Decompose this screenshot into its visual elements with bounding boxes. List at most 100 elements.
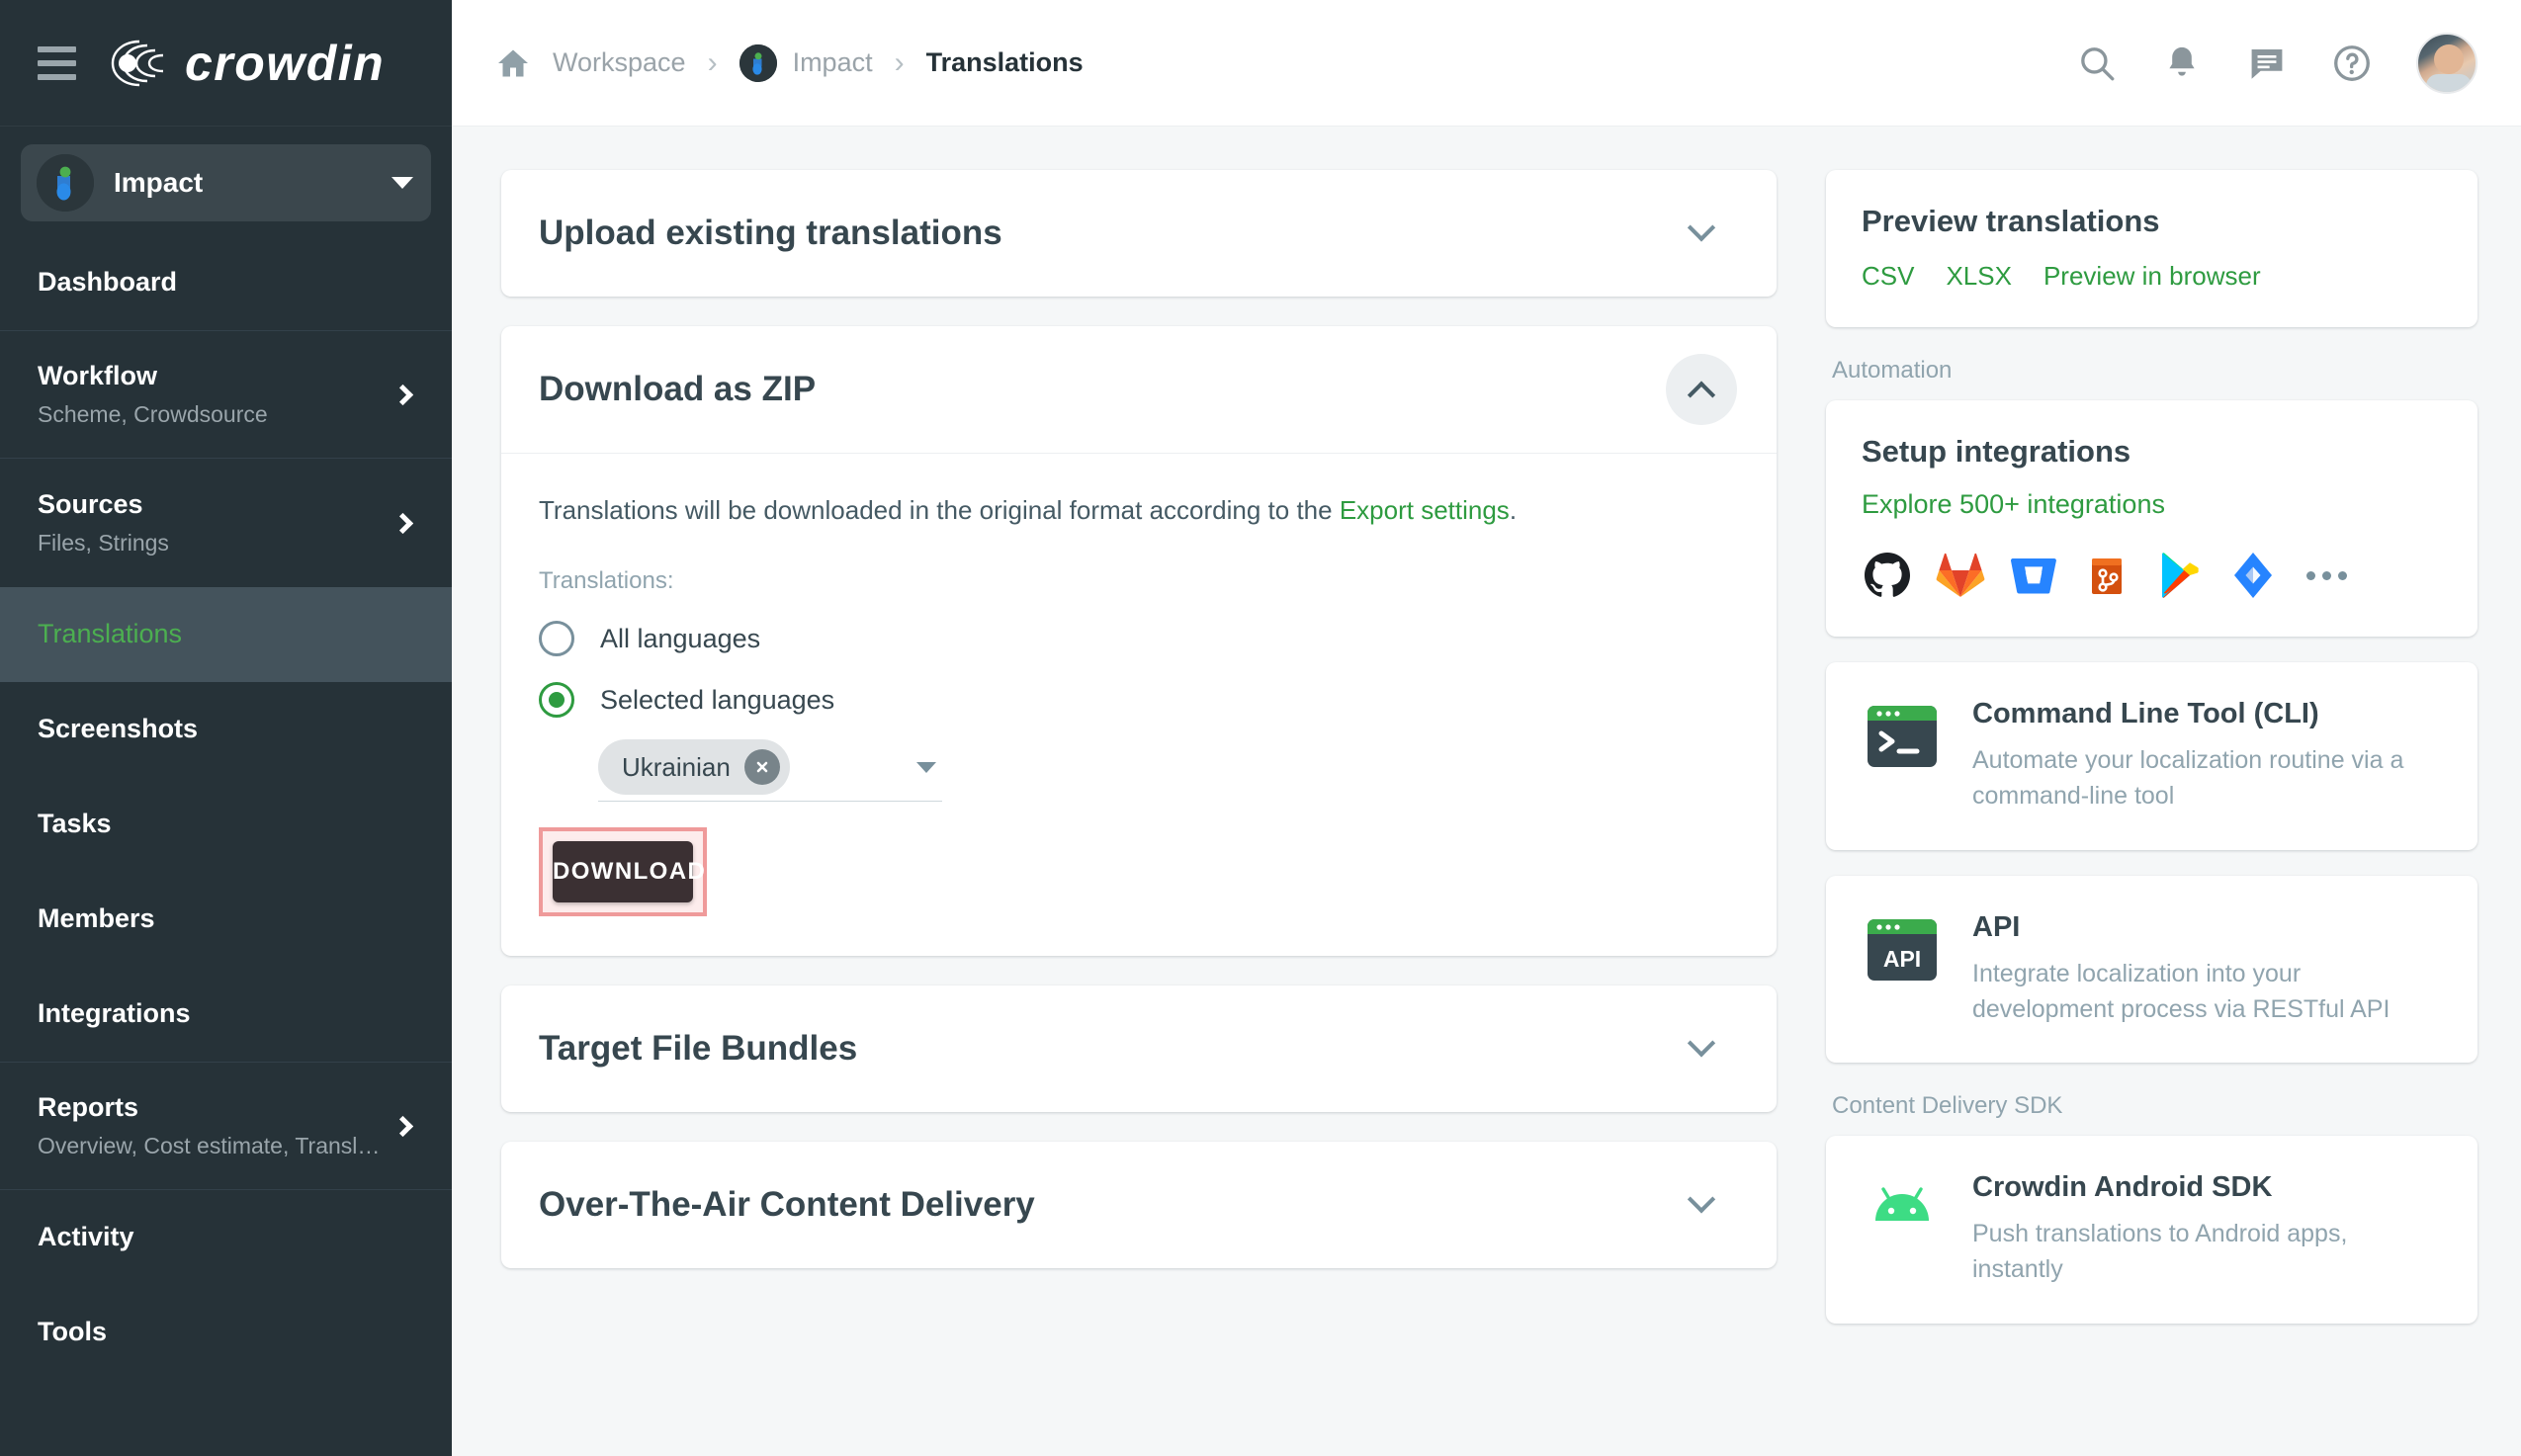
aws-codecommit-icon[interactable] [2081,550,2132,601]
project-selector[interactable]: Impact [21,144,431,221]
sidebar-item-label: Members [38,903,155,934]
accordion-title: Over-The-Air Content Delivery [539,1185,1035,1224]
bitbucket-icon[interactable] [2008,550,2059,601]
integration-icons [1862,550,2442,601]
project-avatar-icon [37,154,94,212]
home-icon[interactable] [495,45,531,81]
sidebar-item-integrations[interactable]: Integrations [0,967,452,1062]
sidebar-item-label: Tasks [38,809,112,839]
user-avatar[interactable] [2416,32,2478,94]
messages-icon[interactable] [2246,43,2288,84]
breadcrumb-project[interactable]: Impact [739,43,873,82]
sidebar-item-sublabel: Files, Strings [38,531,169,557]
breadcrumb-separator: › [707,45,718,79]
search-icon[interactable] [2076,43,2118,84]
crowdin-logo[interactable]: crowdin [110,35,385,92]
radio-button-selected-icon[interactable] [539,682,574,718]
translations-field-label: Translations: [539,567,674,594]
google-play-icon[interactable] [2154,550,2206,601]
accordion-title: Upload existing translations [539,214,1002,252]
sidebar-item-tasks[interactable]: Tasks [0,777,452,872]
notifications-bell-icon[interactable] [2161,43,2203,84]
api-title: API [1972,910,2021,943]
sidebar-item-label: Activity [38,1222,134,1252]
chevron-down-icon[interactable] [391,177,413,189]
android-robot-icon [1875,1187,1929,1221]
sidebar-item-dashboard[interactable]: Dashboard [0,235,452,330]
app-root: crowdin Impact Dashboard Workflow Scheme… [0,0,2521,1456]
breadcrumb: Workspace › Impact › Translations [495,43,2076,82]
github-icon[interactable] [1862,550,1913,601]
sidebar-item-members[interactable]: Members [0,872,452,967]
radio-all-languages[interactable]: All languages [539,621,1739,656]
chevron-right-icon[interactable] [391,1115,414,1137]
caret-down-icon[interactable] [916,761,936,773]
sidebar-item-label: Integrations [38,998,191,1029]
project-avatar-icon [739,43,777,82]
radio-selected-languages[interactable]: Selected languages [539,682,1739,718]
sidebar-item-screenshots[interactable]: Screenshots [0,682,452,777]
chevron-right-icon[interactable] [391,384,414,405]
sidebar-item-reports[interactable]: Reports Overview, Cost estimate, Transl… [0,1062,452,1190]
language-select[interactable]: Ukrainian [598,739,942,802]
content-delivery-sdk-caption: Content Delivery SDK [1832,1092,2063,1119]
accordion-download-as-zip: Download as ZIP Translations will be dow… [501,326,1777,956]
chevron-down-icon[interactable] [1666,1169,1737,1241]
accordion-upload-existing-translations: Upload existing translations [501,170,1777,297]
card-setup-integrations: Setup integrations Explore 500+ integrat… [1826,400,2478,637]
cli-description: Automate your localization routine via a… [1972,746,2404,811]
preview-link-xlsx[interactable]: XLSX [1946,261,2012,292]
help-question-icon[interactable] [2331,43,2373,84]
card-crowdin-android-sdk[interactable]: Crowdin Android SDK Push translations to… [1826,1136,2478,1324]
language-chip[interactable]: Ukrainian [598,739,790,795]
desc-before: Translations will be downloaded in the o… [539,495,1340,525]
preview-link-csv[interactable]: CSV [1862,261,1914,292]
accordion-header[interactable]: Target File Bundles [501,985,1777,1112]
breadcrumb-current: Translations [925,47,1084,77]
project-name: Impact [114,167,204,198]
jira-icon[interactable] [2227,550,2279,601]
hamburger-menu-icon[interactable] [38,45,76,80]
breadcrumb-project-label: Impact [792,47,873,77]
desc-after: . [1509,495,1518,525]
accordion-header[interactable]: Over-The-Air Content Delivery [501,1142,1777,1268]
preview-link-browser[interactable]: Preview in browser [2043,261,2261,292]
chevron-down-icon[interactable] [1666,1013,1737,1084]
accordion-over-the-air-content-delivery: Over-The-Air Content Delivery [501,1142,1777,1268]
gitlab-icon[interactable] [1935,550,1986,601]
more-dots-icon[interactable] [2306,570,2347,580]
sidebar-item-translations[interactable]: Translations [0,587,452,682]
api-terminal-icon: API [1868,918,1937,981]
preview-links: CSV XLSX Preview in browser [1862,261,2442,292]
sidebar-item-label: Workflow [38,360,157,390]
automation-caption: Automation [1832,357,1953,384]
radio-label: All languages [600,623,761,653]
sidebar-item-label: Sources [38,488,143,519]
sidebar-item-label: Dashboard [38,267,178,298]
radio-button-icon[interactable] [539,621,574,656]
download-button[interactable]: DOWNLOAD [553,841,705,902]
api-description: Integrate localization into your develop… [1972,959,2391,1023]
sidebar-item-label: Translations [38,619,183,649]
sidebar-nav: Dashboard Workflow Scheme, Crowdsource S… [0,235,452,1456]
sidebar-item-tools[interactable]: Tools [0,1285,452,1380]
card-api[interactable]: API API Integrate localization into your… [1826,875,2478,1063]
sidebar-item-sources[interactable]: Sources Files, Strings [0,459,452,587]
chevron-up-icon[interactable] [1666,354,1737,425]
sidebar-item-activity[interactable]: Activity [0,1190,452,1285]
crowdin-logo-icon [111,40,164,86]
sidebar-item-label: Reports [38,1091,139,1122]
export-settings-link[interactable]: Export settings [1340,495,1510,525]
close-x-icon[interactable] [743,749,780,785]
crowdin-wordmark: crowdin [185,35,386,91]
explore-integrations-link[interactable]: Explore 500+ integrations [1862,489,2165,520]
card-preview-translations: Preview translations CSV XLSX Preview in… [1826,170,2478,327]
accordion-header[interactable]: Download as ZIP [501,326,1777,453]
accordion-header[interactable]: Upload existing translations [501,170,1777,297]
breadcrumb-workspace[interactable]: Workspace [553,47,686,78]
sidebar-item-workflow[interactable]: Workflow Scheme, Crowdsource [0,330,452,459]
chevron-down-icon[interactable] [1666,198,1737,269]
chevron-right-icon[interactable] [391,512,414,534]
sidebar-item-label: Screenshots [38,714,199,744]
card-command-line-tool[interactable]: Command Line Tool (CLI) Automate your lo… [1826,662,2478,850]
